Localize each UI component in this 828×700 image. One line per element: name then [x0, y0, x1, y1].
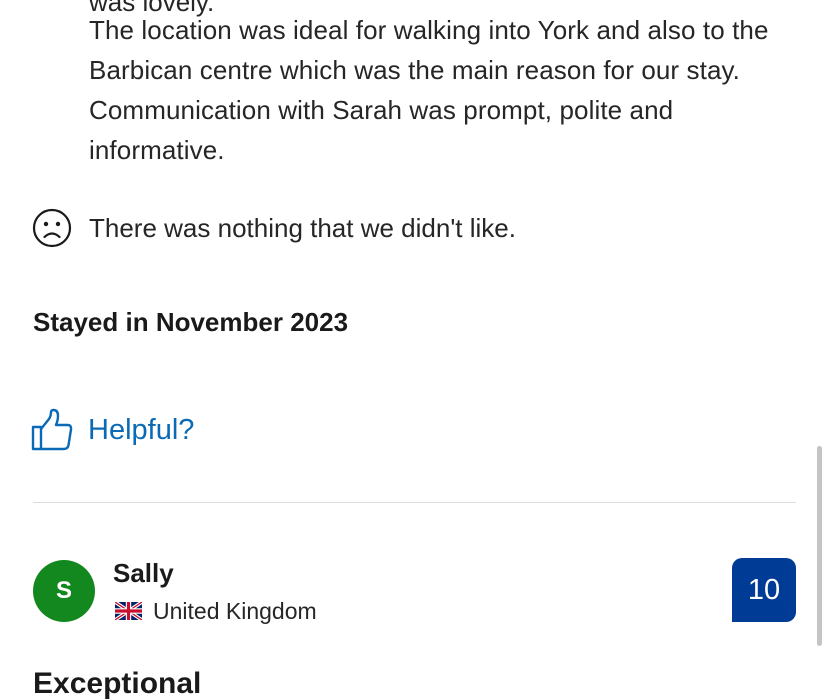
- helpful-button[interactable]: Helpful?: [30, 408, 194, 452]
- review-positive-text: The location was ideal for walking into …: [89, 15, 769, 165]
- reviewer-country: United Kingdom: [115, 596, 317, 626]
- reviewer-name: Sally: [113, 558, 174, 588]
- avatar: S: [33, 560, 95, 622]
- reviewer-country-name: United Kingdom: [153, 598, 317, 624]
- review-negative-row: There was nothing that we didn't like.: [32, 208, 516, 248]
- helpful-label: Helpful?: [88, 414, 195, 446]
- sad-face-icon: [32, 208, 72, 248]
- uk-flag-icon: [115, 602, 142, 620]
- stay-date: Stayed in November 2023: [33, 307, 349, 337]
- avatar-initial: S: [55, 577, 72, 604]
- review-page: was lovely. The location was ideal for w…: [0, 0, 828, 700]
- review-score-badge: 10: [732, 558, 796, 622]
- thumbs-up-icon: [31, 408, 73, 451]
- review-negative-text: There was nothing that we didn't like.: [89, 213, 516, 243]
- review-verdict: Exceptional: [33, 667, 202, 700]
- review-divider: [33, 502, 796, 503]
- review-score: 10: [747, 573, 781, 606]
- scrollbar[interactable]: [817, 446, 822, 646]
